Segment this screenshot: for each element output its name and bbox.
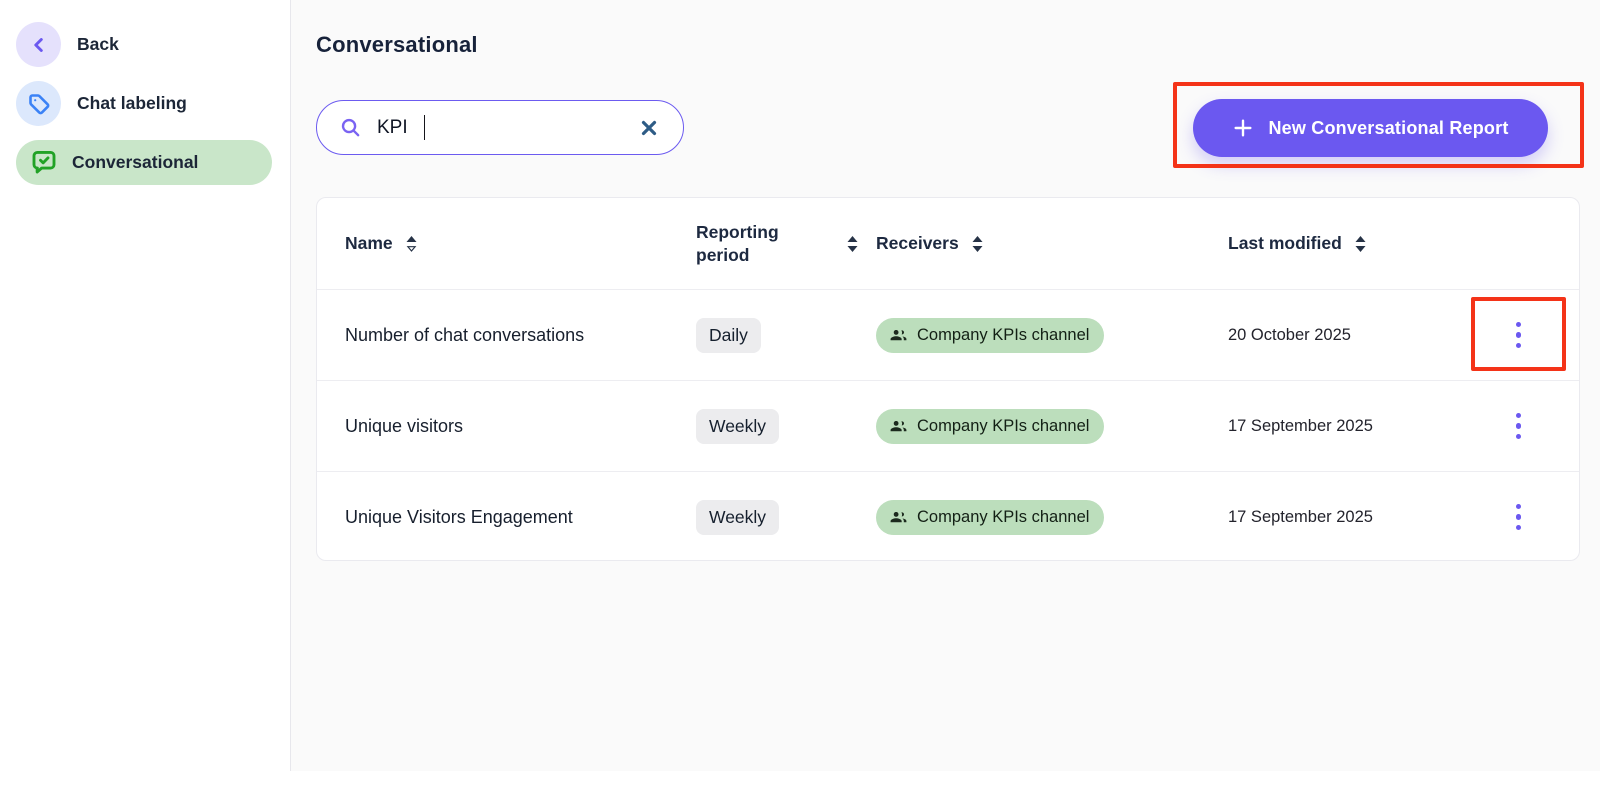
period-badge: Weekly	[696, 408, 780, 444]
sidebar-item-label: Back	[77, 34, 119, 54]
receiver-badge-label: Company KPIs channel	[917, 416, 1090, 435]
search-icon	[339, 116, 362, 139]
people-icon	[890, 420, 907, 431]
column-header-name: Name	[317, 233, 696, 254]
text-cursor	[423, 115, 426, 140]
table-header-row: Name Reporting period Receivers Last mod…	[317, 198, 1579, 289]
sort-button-name[interactable]	[406, 235, 417, 252]
people-icon	[890, 511, 907, 522]
report-name: Unique visitors	[345, 415, 464, 436]
sort-button-last-modified[interactable]	[1355, 235, 1366, 252]
column-label: Last modified	[1228, 233, 1342, 253]
sidebar-item-back[interactable]: Back	[16, 22, 119, 67]
sort-icon	[406, 235, 417, 252]
new-report-button[interactable]: New Conversational Report	[1193, 99, 1548, 157]
receiver-badge: Company KPIs channel	[876, 499, 1105, 535]
sidebar-item-label: Conversational	[72, 152, 199, 172]
page-title: Conversational	[316, 32, 478, 57]
last-modified-date: 17 September 2025	[1228, 507, 1373, 526]
sort-icon	[972, 235, 983, 252]
table-row[interactable]: Unique Visitors Engagement Weekly Compan…	[317, 471, 1579, 560]
column-header-last-modified: Last modified	[1228, 233, 1458, 254]
chevron-left-icon	[16, 22, 61, 67]
sidebar-item-conversational[interactable]: Conversational	[16, 140, 272, 185]
sidebar-item-label: Chat labeling	[77, 93, 187, 113]
column-label: Receivers	[876, 233, 959, 253]
column-header-receivers: Receivers	[876, 233, 1228, 254]
clear-search-button[interactable]	[637, 116, 661, 140]
period-badge: Weekly	[696, 499, 780, 535]
period-badge: Daily	[696, 317, 761, 353]
bottom-strip	[0, 771, 1600, 787]
tag-icon	[16, 81, 61, 126]
new-report-button-label: New Conversational Report	[1268, 117, 1509, 138]
sort-button-receivers[interactable]	[972, 235, 983, 252]
receiver-badge: Company KPIs channel	[876, 408, 1105, 444]
column-label: Reporting period	[696, 221, 779, 265]
report-name: Unique Visitors Engagement	[345, 506, 573, 527]
plus-icon	[1232, 117, 1254, 139]
column-header-reporting-period: Reporting period	[696, 221, 876, 267]
people-icon	[890, 329, 907, 340]
close-icon	[641, 120, 657, 135]
last-modified-date: 17 September 2025	[1228, 416, 1373, 435]
sort-icon	[1355, 235, 1366, 252]
column-label: Name	[345, 233, 393, 253]
row-1-kebab-menu[interactable]	[1506, 403, 1532, 450]
chat-check-icon	[29, 148, 59, 178]
sidebar-item-chat-labeling[interactable]: Chat labeling	[16, 81, 187, 126]
receiver-badge-label: Company KPIs channel	[917, 507, 1090, 526]
receiver-badge-label: Company KPIs channel	[917, 325, 1090, 344]
sidebar: Back Chat labeling Conversational	[0, 0, 291, 771]
sort-button-reporting-period[interactable]	[847, 235, 858, 252]
report-name: Number of chat conversations	[345, 324, 585, 345]
reports-table: Name Reporting period Receivers Last mod…	[316, 197, 1580, 561]
row-0-kebab-menu[interactable]	[1506, 312, 1532, 359]
search-input-value: KPI	[377, 116, 408, 138]
receiver-badge: Company KPIs channel	[876, 317, 1105, 353]
table-row[interactable]: Number of chat conversations Daily Compa…	[317, 289, 1579, 380]
search-input[interactable]: KPI	[316, 100, 684, 155]
last-modified-date: 20 October 2025	[1228, 325, 1351, 344]
table-row[interactable]: Unique visitors Weekly Company KPIs chan…	[317, 380, 1579, 471]
row-2-kebab-menu[interactable]	[1506, 494, 1532, 541]
sort-icon	[847, 235, 858, 252]
